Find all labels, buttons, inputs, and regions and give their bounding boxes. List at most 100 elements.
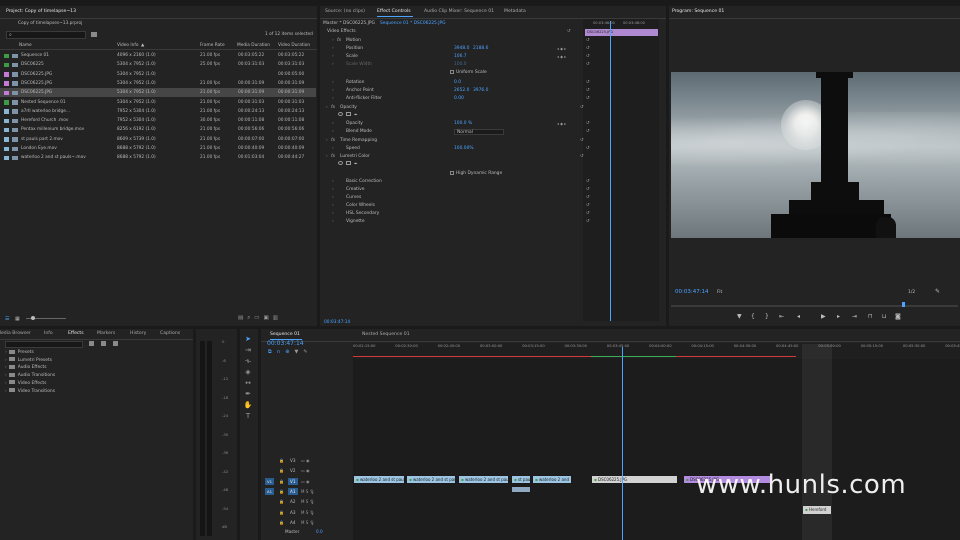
reset-icon[interactable]: ↺ xyxy=(586,120,590,128)
disclosure-icon[interactable]: › xyxy=(5,365,7,370)
hdr-checkbox[interactable]: High Dynamic Range xyxy=(450,170,502,178)
property-value[interactable]: 100.0 % xyxy=(454,120,472,128)
disclosure-icon[interactable]: › xyxy=(5,381,7,386)
disclosure-icon[interactable]: › xyxy=(332,120,334,128)
quality-dropdown[interactable]: 1/2 xyxy=(908,290,915,295)
disclosure-icon[interactable]: › xyxy=(332,145,334,153)
column-name[interactable]: Name xyxy=(19,42,32,50)
keyframe-nav-icon[interactable]: ◂ ◆ ▸ xyxy=(557,53,566,61)
new-bin-icon[interactable]: ▭ xyxy=(254,315,263,321)
keyframe-nav-icon[interactable]: ◂ ◆ ▸ xyxy=(557,120,566,128)
tab-project[interactable]: Project: Copy of timelapse~13 xyxy=(6,6,76,17)
source-patch[interactable]: V1 xyxy=(265,477,275,485)
fx-toggle-icon[interactable]: fx xyxy=(331,153,335,161)
audio-clip[interactable] xyxy=(511,486,531,493)
source-patch[interactable]: A1 xyxy=(265,487,275,495)
label-color-chip[interactable] xyxy=(4,62,9,68)
tab-program[interactable]: Program: Sequence 01 xyxy=(672,6,724,17)
disclosure-icon[interactable]: › xyxy=(332,186,334,194)
reset-icon[interactable]: ↺ xyxy=(580,153,584,161)
disclosure-icon[interactable]: › xyxy=(5,373,7,378)
ec-timecode[interactable]: 00:03:47:14 xyxy=(324,320,350,325)
ec-clip-bar[interactable]: DSC06225.JPG xyxy=(585,29,658,36)
reset-icon[interactable]: ↺ xyxy=(586,45,590,53)
reset-icon[interactable]: ↺ xyxy=(580,104,584,112)
project-item[interactable]: DSC06225 5304 x 7952 (1.0) 25.00 fps 00:03:… xyxy=(0,60,316,69)
property-value[interactable]: 100.00% xyxy=(454,145,474,153)
project-item[interactable]: waterloo 2 and st pauls~.mov 8688 x 5792 … xyxy=(0,153,316,162)
column-media-duration[interactable]: Media Duration xyxy=(237,42,270,50)
pen-tool-icon[interactable]: ✒ xyxy=(243,389,253,399)
timeline-clip[interactable]: ▪ DSC06225.JPG xyxy=(591,475,678,484)
disclosure-icon[interactable]: › xyxy=(332,95,334,103)
anchor-point-prop[interactable]: › Anchor Point 2652.0 3976.0 ↺ xyxy=(332,87,592,95)
curves-section[interactable]: › Curves ↺ xyxy=(332,194,592,202)
mark-out-icon[interactable]: } xyxy=(765,314,769,320)
automate-icon[interactable]: ▤ xyxy=(238,315,247,321)
selection-tool-icon[interactable]: ➤ xyxy=(243,334,253,344)
timeline-clip[interactable]: ▪ st pauls xyxy=(511,475,531,484)
motion-effect[interactable]: › fx Motion ↺ xyxy=(332,37,592,45)
extract-icon[interactable]: ⊔ xyxy=(882,314,887,320)
ec-playhead[interactable] xyxy=(610,21,611,321)
disclosure-icon[interactable]: › xyxy=(332,45,334,53)
rotation-prop[interactable]: › Rotation 0.0 ↺ xyxy=(332,79,592,87)
folder-icon[interactable] xyxy=(91,32,97,37)
step-forward-icon[interactable]: ▸ xyxy=(837,314,840,320)
hand-tool-icon[interactable]: ✋ xyxy=(243,400,253,410)
snap-icon[interactable]: ∩ xyxy=(277,349,286,355)
time-remapping-effect[interactable]: › fx Time Remapping ↺ xyxy=(326,137,586,145)
scale-width-prop[interactable]: › Scale Width 100.0 ↺ xyxy=(332,61,592,69)
reset-icon[interactable]: ↺ xyxy=(586,95,590,103)
disclosure-icon[interactable]: › xyxy=(5,358,7,363)
reset-icon[interactable]: ↺ xyxy=(586,145,590,153)
reset-icon[interactable]: ↺ xyxy=(586,194,590,202)
property-value[interactable]: 106.7 xyxy=(454,53,467,61)
property-value[interactable]: 0.0 xyxy=(454,79,461,87)
property-value[interactable]: 2188.6 xyxy=(473,45,488,53)
keyframe-nav-icon[interactable]: ◂ ◆ ▸ xyxy=(557,45,566,53)
tab-markers[interactable]: Markers xyxy=(97,329,115,339)
uniform-scale-checkbox[interactable]: Uniform Scale xyxy=(450,69,487,77)
blend-mode-dropdown[interactable]: Normal xyxy=(454,129,504,135)
opacity-effect[interactable]: › fx Opacity ↺ xyxy=(326,104,586,112)
disclosure-icon[interactable]: › xyxy=(332,53,334,61)
tab-metadata[interactable]: Metadata xyxy=(504,6,526,17)
track-audio-icons[interactable]: M S 🎙 xyxy=(301,517,315,528)
reset-icon[interactable]: ↺ xyxy=(586,61,590,69)
go-to-in-icon[interactable]: ⇤ xyxy=(779,314,784,320)
track-label[interactable]: A2 xyxy=(288,498,298,505)
search-input[interactable]: ⌕ xyxy=(6,31,86,39)
label-color-chip[interactable] xyxy=(4,53,9,58)
blend-mode-prop[interactable]: › Blend Mode Normal ↺ xyxy=(332,128,592,136)
reset-icon[interactable]: ↺ xyxy=(586,37,590,45)
label-color-chip[interactable] xyxy=(4,90,9,96)
lift-icon[interactable]: ⊓ xyxy=(868,314,873,320)
track-label[interactable]: V2 xyxy=(288,467,298,474)
tab-nested-sequence-01[interactable]: Nested Sequence 01 xyxy=(362,329,410,340)
label-color-chip[interactable] xyxy=(4,127,9,133)
disclosure-icon[interactable]: › xyxy=(332,218,334,226)
nest-icon[interactable]: ⧉ xyxy=(268,349,277,355)
basic-correction[interactable]: › Basic Correction ↺ xyxy=(332,178,592,186)
lumetri-effect[interactable]: › fx Lumetri Color ↺ xyxy=(326,153,586,161)
program-timecode[interactable]: 00:03:47:14 xyxy=(675,289,709,295)
timeline-playhead[interactable] xyxy=(622,347,623,540)
wrench-icon[interactable]: ✎ xyxy=(935,288,940,295)
reset-icon[interactable]: ↺ xyxy=(586,210,590,218)
zoom-slider[interactable] xyxy=(26,316,66,320)
fit-dropdown[interactable]: Fit xyxy=(717,290,722,295)
creative-section[interactable]: › Creative ↺ xyxy=(332,186,592,194)
reset-icon[interactable]: ↺ xyxy=(586,79,590,87)
master-value[interactable]: 0.0 xyxy=(316,529,323,534)
column-video-info[interactable]: Video Info xyxy=(117,42,139,50)
track-label[interactable]: A1 xyxy=(288,487,298,495)
timeline-clip[interactable]: ▪ waterloo 2 and st pauls xyxy=(353,475,405,484)
column-video-duration[interactable]: Video Duration xyxy=(278,42,310,50)
project-item[interactable]: DSC06225.JPG 5304 x 7952 (1.0) 00:00:05:00 xyxy=(0,70,316,79)
reset-icon[interactable]: ↺ xyxy=(586,87,590,95)
label-color-chip[interactable] xyxy=(4,118,9,124)
disclosure-icon[interactable]: › xyxy=(326,153,328,161)
property-value[interactable]: 3948.0 xyxy=(454,45,469,53)
tab-info[interactable]: Info xyxy=(44,329,53,339)
